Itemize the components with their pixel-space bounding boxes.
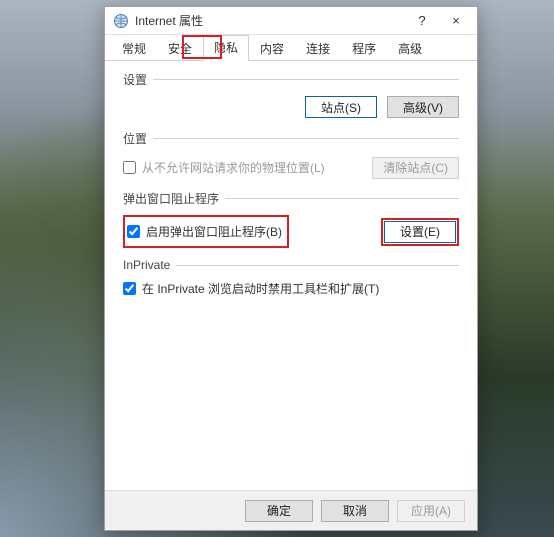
enable-popup-blocker-checkbox[interactable] [127, 225, 140, 238]
titlebar: Internet 属性 ? × [105, 7, 477, 35]
tab-security[interactable]: 安全 [157, 36, 203, 61]
tab-programs[interactable]: 程序 [341, 36, 387, 61]
dialog-footer: 确定 取消 应用(A) [105, 490, 477, 530]
inprivate-disable-toolbars-checkbox[interactable] [123, 282, 136, 295]
section-inprivate-label: InPrivate [123, 258, 459, 272]
popup-checkbox-row[interactable]: 启用弹出窗口阻止程序(B) [126, 222, 286, 241]
highlight-popup-checkbox: 启用弹出窗口阻止程序(B) [123, 215, 289, 248]
tab-strip: 常规 安全 隐私 内容 连接 程序 高级 [105, 35, 477, 61]
dialog-title: Internet 属性 [135, 12, 405, 29]
location-checkbox-row[interactable]: 从不允许网站请求你的物理位置(L) [123, 159, 325, 176]
internet-properties-dialog: Internet 属性 ? × 常规 安全 隐私 内容 连接 程序 高级 设置 … [104, 6, 478, 531]
divider [153, 79, 459, 80]
inprivate-checkbox-row[interactable]: 在 InPrivate 浏览启动时禁用工具栏和扩展(T) [123, 280, 459, 297]
section-popup-text: 弹出窗口阻止程序 [123, 190, 219, 207]
section-settings: 设置 站点(S) 高级(V) [123, 71, 459, 118]
never-allow-location-label: 从不允许网站请求你的物理位置(L) [142, 159, 325, 176]
inprivate-disable-toolbars-label: 在 InPrivate 浏览启动时禁用工具栏和扩展(T) [142, 280, 379, 297]
section-settings-text: 设置 [123, 71, 147, 88]
internet-options-icon [113, 13, 129, 29]
section-settings-label: 设置 [123, 71, 459, 88]
enable-popup-blocker-label: 启用弹出窗口阻止程序(B) [146, 223, 282, 240]
cancel-button[interactable]: 取消 [321, 500, 389, 522]
help-button[interactable]: ? [405, 9, 439, 33]
apply-button: 应用(A) [397, 500, 465, 522]
close-button[interactable]: × [439, 9, 473, 33]
section-popup-label: 弹出窗口阻止程序 [123, 190, 459, 207]
section-inprivate-text: InPrivate [123, 258, 170, 272]
popup-settings-button[interactable]: 设置(E) [384, 221, 456, 243]
section-inprivate: InPrivate 在 InPrivate 浏览启动时禁用工具栏和扩展(T) [123, 258, 459, 297]
divider [153, 138, 459, 139]
tab-general[interactable]: 常规 [111, 36, 157, 61]
clear-sites-button: 清除站点(C) [372, 157, 459, 179]
advanced-button[interactable]: 高级(V) [387, 96, 459, 118]
section-location-label: 位置 [123, 130, 459, 147]
tab-connections[interactable]: 连接 [295, 36, 341, 61]
tab-content[interactable]: 内容 [249, 36, 295, 61]
section-location-text: 位置 [123, 130, 147, 147]
ok-button[interactable]: 确定 [245, 500, 313, 522]
section-popup-blocker: 弹出窗口阻止程序 启用弹出窗口阻止程序(B) 设置(E) [123, 190, 459, 248]
tab-privacy[interactable]: 隐私 [203, 35, 249, 61]
tab-advanced[interactable]: 高级 [387, 36, 433, 61]
divider [225, 198, 459, 199]
tab-content-area: 设置 站点(S) 高级(V) 位置 从不允许网站请求你的物理位置(L) 清除站点… [105, 61, 477, 490]
divider [176, 265, 459, 266]
section-location: 位置 从不允许网站请求你的物理位置(L) 清除站点(C) [123, 130, 459, 180]
sites-button[interactable]: 站点(S) [305, 96, 377, 118]
highlight-popup-settings: 设置(E) [381, 218, 459, 246]
never-allow-location-checkbox[interactable] [123, 161, 136, 174]
